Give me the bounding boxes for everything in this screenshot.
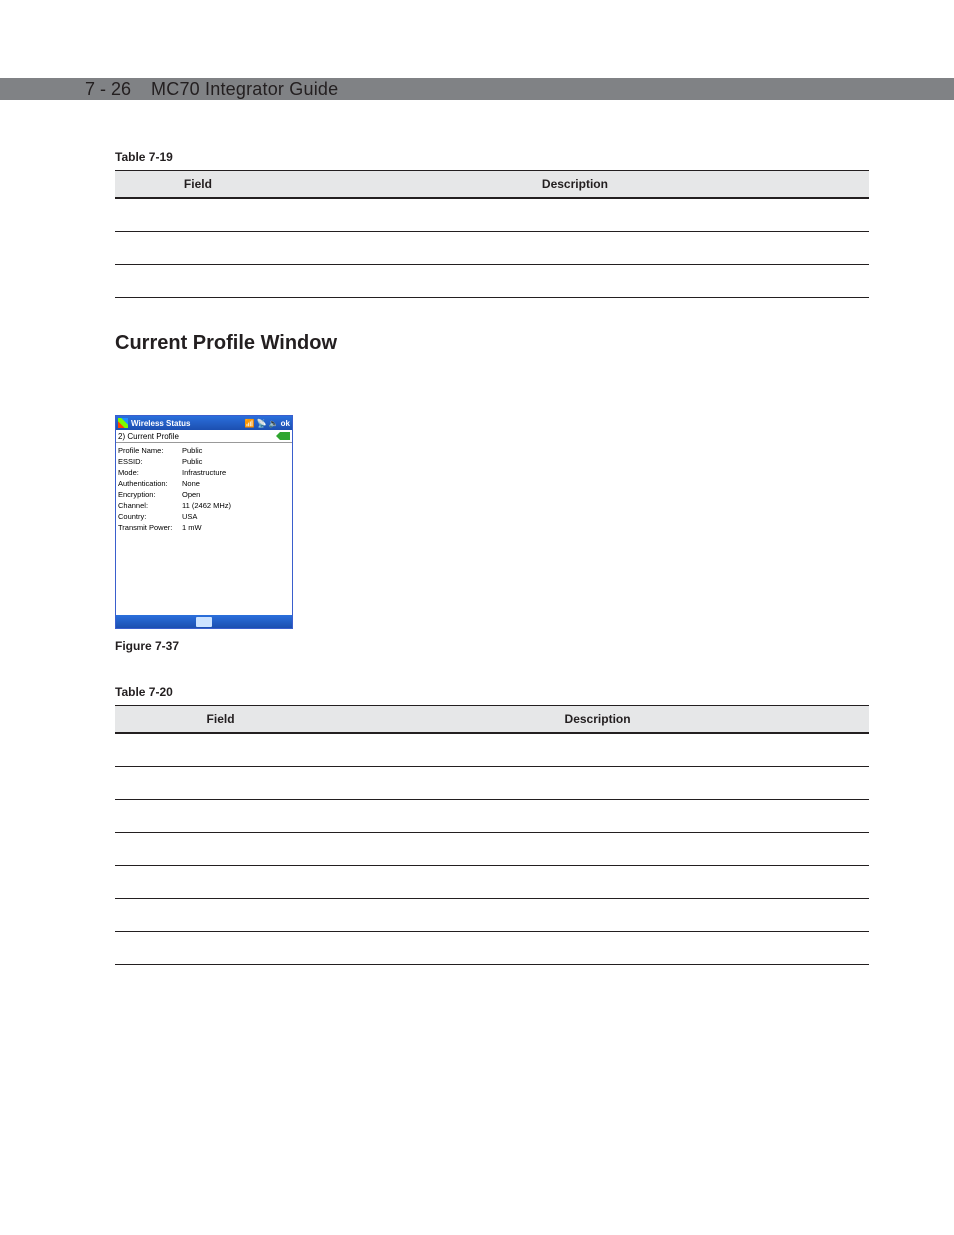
document-page: 7 - 26 MC70 Integrator Guide Table 7-19 … [0, 0, 954, 1235]
profile-row: Profile Name:Public [118, 445, 290, 456]
window-body: Profile Name:Public ESSID:Public Mode:In… [116, 443, 292, 615]
page-number: 7 - 26 [85, 79, 131, 99]
field-value: Public [182, 445, 202, 456]
field-label: Country: [118, 511, 182, 522]
col-field: Field [115, 171, 281, 199]
profile-row: Authentication:None [118, 478, 290, 489]
subheader-text: 2) Current Profile [118, 432, 179, 441]
running-header: 7 - 26 MC70 Integrator Guide [85, 78, 338, 100]
field-value: Infrastructure [182, 467, 226, 478]
wireless-status-window: Wireless Status 📶 📡 🔈 ok 2) Current Prof… [115, 415, 293, 629]
back-arrow-icon[interactable] [280, 432, 290, 440]
col-description: Description [326, 706, 869, 734]
field-label: Authentication: [118, 478, 182, 489]
profile-row: Encryption:Open [118, 489, 290, 500]
field-label: Transmit Power: [118, 522, 182, 533]
signal-icon[interactable]: 📶 [245, 419, 255, 428]
figure-caption: Figure 7-37 [115, 639, 869, 653]
profile-row: Channel:11 (2462 MHz) [118, 500, 290, 511]
profile-row: ESSID:Public [118, 456, 290, 467]
document-title: MC70 Integrator Guide [151, 79, 338, 99]
table-7-20: Field Description [115, 705, 869, 965]
table-row [115, 767, 869, 800]
field-value: None [182, 478, 200, 489]
keyboard-icon[interactable] [196, 617, 212, 627]
window-subheader: 2) Current Profile [116, 430, 292, 443]
col-field: Field [115, 706, 326, 734]
field-value: Public [182, 456, 202, 467]
table-caption: Table 7-19 [115, 150, 869, 164]
field-label: Profile Name: [118, 445, 182, 456]
table-caption: Table 7-20 [115, 685, 869, 699]
antenna-icon[interactable]: 📡 [257, 419, 267, 428]
screenshot-container: Wireless Status 📶 📡 🔈 ok 2) Current Prof… [115, 415, 869, 653]
table-header-row: Field Description [115, 171, 869, 199]
table-row [115, 232, 869, 265]
section-heading: Current Profile Window [115, 332, 869, 355]
profile-row: Mode:Infrastructure [118, 467, 290, 478]
field-label: Encryption: [118, 489, 182, 500]
field-value: Open [182, 489, 200, 500]
profile-row: Country:USA [118, 511, 290, 522]
window-titlebar: Wireless Status 📶 📡 🔈 ok [116, 416, 292, 430]
table-row [115, 932, 869, 965]
table-row [115, 265, 869, 298]
field-value: USA [182, 511, 197, 522]
table-row [115, 833, 869, 866]
field-label: ESSID: [118, 456, 182, 467]
page-content: Table 7-19 Field Description Current Pro… [115, 150, 869, 965]
table-header-row: Field Description [115, 706, 869, 734]
table-row [115, 899, 869, 932]
table-7-19: Field Description [115, 170, 869, 298]
field-value: 11 (2462 MHz) [182, 500, 231, 511]
table-row [115, 800, 869, 833]
app-flag-icon [118, 418, 128, 428]
speaker-icon[interactable]: 🔈 [269, 419, 279, 428]
field-value: 1 mW [182, 522, 202, 533]
table-row [115, 198, 869, 232]
window-title: Wireless Status [131, 419, 191, 428]
field-label: Mode: [118, 467, 182, 478]
profile-row: Transmit Power:1 mW [118, 522, 290, 533]
ok-button[interactable]: ok [281, 419, 290, 428]
table-row [115, 866, 869, 899]
table-row [115, 733, 869, 767]
col-description: Description [281, 171, 869, 199]
window-footer [116, 615, 292, 628]
field-label: Channel: [118, 500, 182, 511]
titlebar-icons: 📶 📡 🔈 ok [245, 416, 290, 430]
